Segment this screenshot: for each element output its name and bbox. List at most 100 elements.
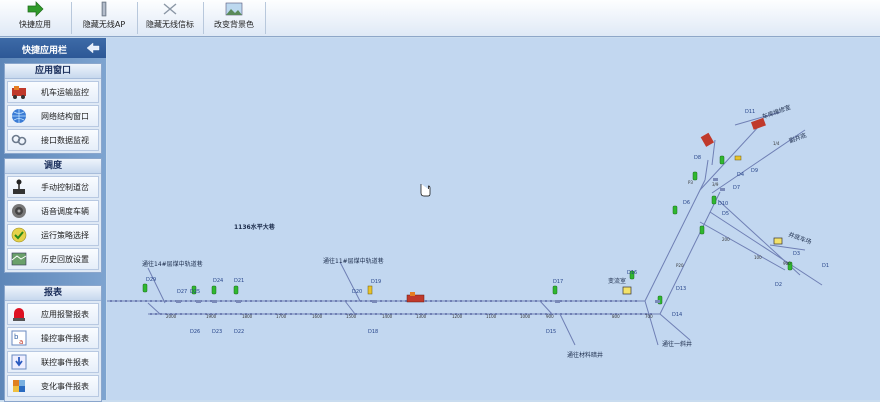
label-material-shaft: 通往材料暗井 bbox=[567, 351, 603, 359]
track-tie bbox=[325, 300, 327, 302]
sidebar-item-label: 接口数据监视 bbox=[41, 136, 89, 145]
track-tie bbox=[585, 300, 587, 302]
track-tie bbox=[455, 300, 457, 302]
switch-marker[interactable] bbox=[555, 300, 560, 303]
signal-id-label: D15 bbox=[546, 329, 556, 335]
track-tie bbox=[340, 313, 342, 315]
track-tie bbox=[360, 313, 362, 315]
track-tie bbox=[220, 313, 222, 315]
switch-marker[interactable] bbox=[655, 300, 660, 303]
track-tie bbox=[575, 300, 577, 302]
sidebar-item-label: 操控事件报表 bbox=[41, 334, 89, 343]
sidebar-item-interface-monitor[interactable]: 接口数据监视 bbox=[7, 129, 99, 151]
switch-marker[interactable] bbox=[196, 300, 201, 303]
switch-id-label: 1/4 bbox=[773, 141, 780, 146]
track-tie bbox=[585, 313, 587, 315]
green-signal-icon[interactable] bbox=[233, 285, 239, 295]
distance-label: 2000 bbox=[166, 314, 177, 319]
track-tie bbox=[260, 300, 262, 302]
switch-marker[interactable] bbox=[720, 188, 725, 191]
track-tie bbox=[605, 313, 607, 315]
track-tie bbox=[110, 300, 112, 302]
substation-box bbox=[622, 286, 632, 295]
signal-id-label: D16 bbox=[627, 270, 637, 276]
track-tie bbox=[460, 300, 462, 302]
switch-marker[interactable] bbox=[372, 300, 377, 303]
sidebar-item-voice-dispatch[interactable]: 语音调度车辆 bbox=[7, 200, 99, 222]
label-lane-11: 通往11#层煤中轨道巷 bbox=[323, 257, 384, 265]
quick-apps-button[interactable]: 快捷应用 bbox=[0, 0, 70, 36]
track-tie bbox=[635, 300, 637, 302]
sidebar-title: 快捷应用栏 bbox=[22, 46, 68, 56]
track-tie bbox=[295, 300, 297, 302]
group-reports: 报表 应用报警报表 ba 操控事件报表 联控事件报表 变化事件报表 bbox=[4, 285, 102, 402]
green-signal-icon[interactable] bbox=[692, 171, 698, 181]
green-signal-icon[interactable] bbox=[711, 195, 717, 205]
track-tie bbox=[410, 313, 412, 315]
toolbar-separator bbox=[265, 2, 266, 34]
group-title: 应用窗口 bbox=[5, 64, 101, 79]
green-signal-icon[interactable] bbox=[211, 285, 217, 295]
green-signal-icon[interactable] bbox=[672, 205, 678, 215]
signal-id-label: D26 bbox=[190, 329, 200, 335]
track-tie bbox=[495, 300, 497, 302]
track-tie bbox=[510, 313, 512, 315]
distance-label: 700 bbox=[645, 314, 653, 319]
track-tie bbox=[120, 300, 122, 302]
change-background-button[interactable]: 改变背景色 bbox=[204, 0, 264, 36]
signal-id-label: D27 bbox=[177, 289, 187, 295]
track-map[interactable]: 2000 1900 1800 1700 1600 1500 1400 1300 1200 1100… bbox=[107, 38, 880, 400]
green-signal-icon[interactable] bbox=[719, 155, 725, 165]
alarm-light-icon bbox=[13, 308, 25, 321]
sidebar-item-joint-event-report[interactable]: 联控事件报表 bbox=[7, 351, 99, 373]
track-tie bbox=[630, 300, 632, 302]
track-tie bbox=[635, 313, 637, 315]
sidebar-item-history-playback[interactable]: 历史回放设置 bbox=[7, 248, 99, 270]
sidebar-item-control-event-report[interactable]: ba 操控事件报表 bbox=[7, 327, 99, 349]
switch-marker[interactable] bbox=[212, 300, 217, 303]
green-signal-icon[interactable] bbox=[552, 285, 558, 295]
track-tie bbox=[565, 300, 567, 302]
track-tie bbox=[450, 300, 452, 302]
signal-id-label: D3 bbox=[793, 251, 800, 257]
track-tie bbox=[230, 313, 232, 315]
sidebar-item-label: 网络结构窗口 bbox=[41, 112, 89, 121]
sidebar-item-label: 手动控制道岔 bbox=[41, 183, 89, 192]
hide-wireless-ap-button[interactable]: 隐藏无线AP bbox=[72, 0, 136, 36]
collapse-arrow-icon[interactable] bbox=[86, 42, 100, 54]
sidebar-item-network-window[interactable]: 网络结构窗口 bbox=[7, 105, 99, 127]
track-tie bbox=[160, 300, 162, 302]
track-tie bbox=[165, 300, 167, 302]
switch-id-label: 3/9 bbox=[712, 182, 719, 187]
sidebar-item-strategy-select[interactable]: 运行策略选择 bbox=[7, 224, 99, 246]
sidebar-item-alarm-report[interactable]: 应用报警报表 bbox=[7, 303, 99, 325]
switch-id-label: 100 bbox=[754, 255, 762, 260]
switch-marker[interactable] bbox=[176, 300, 181, 303]
yellow-signal-icon[interactable] bbox=[367, 285, 373, 295]
sidebar-item-change-event-report[interactable]: 变化事件报表 bbox=[7, 375, 99, 397]
green-signal-icon[interactable] bbox=[142, 283, 148, 293]
sidebar-item-loco-monitor[interactable]: 机车运输监控 bbox=[7, 81, 99, 103]
signal-id-label: D21 bbox=[234, 278, 244, 284]
switch-marker[interactable] bbox=[713, 178, 718, 181]
locomotive-icon[interactable] bbox=[406, 292, 425, 303]
hide-wireless-beacon-button[interactable]: 隐藏无线信标 bbox=[138, 0, 202, 36]
label-lane-14: 通往14#层煤中轨道巷 bbox=[142, 260, 203, 268]
track-map-canvas[interactable]: 2000 1900 1800 1700 1600 1500 1400 1300 1200 1100… bbox=[107, 38, 880, 400]
track-tie bbox=[185, 300, 187, 302]
track-tie bbox=[245, 300, 247, 302]
signal-id-label: D10 bbox=[718, 201, 728, 207]
sidebar-item-manual-switch[interactable]: 手动控制道岔 bbox=[7, 176, 99, 198]
locomotive-icon[interactable] bbox=[700, 132, 714, 147]
group-app-windows: 应用窗口 机车运输监控 网络结构窗口 接口数据监视 bbox=[4, 63, 102, 154]
green-signal-icon[interactable] bbox=[699, 225, 705, 235]
track-tie bbox=[490, 300, 492, 302]
track-tie bbox=[540, 313, 542, 315]
switch-marker[interactable] bbox=[236, 300, 241, 303]
track-tie bbox=[515, 300, 517, 302]
track-tie bbox=[590, 313, 592, 315]
track-tie bbox=[480, 313, 482, 315]
track-tie bbox=[125, 300, 127, 302]
yellow-signal-icon[interactable] bbox=[734, 155, 742, 161]
track-tie bbox=[340, 300, 342, 302]
